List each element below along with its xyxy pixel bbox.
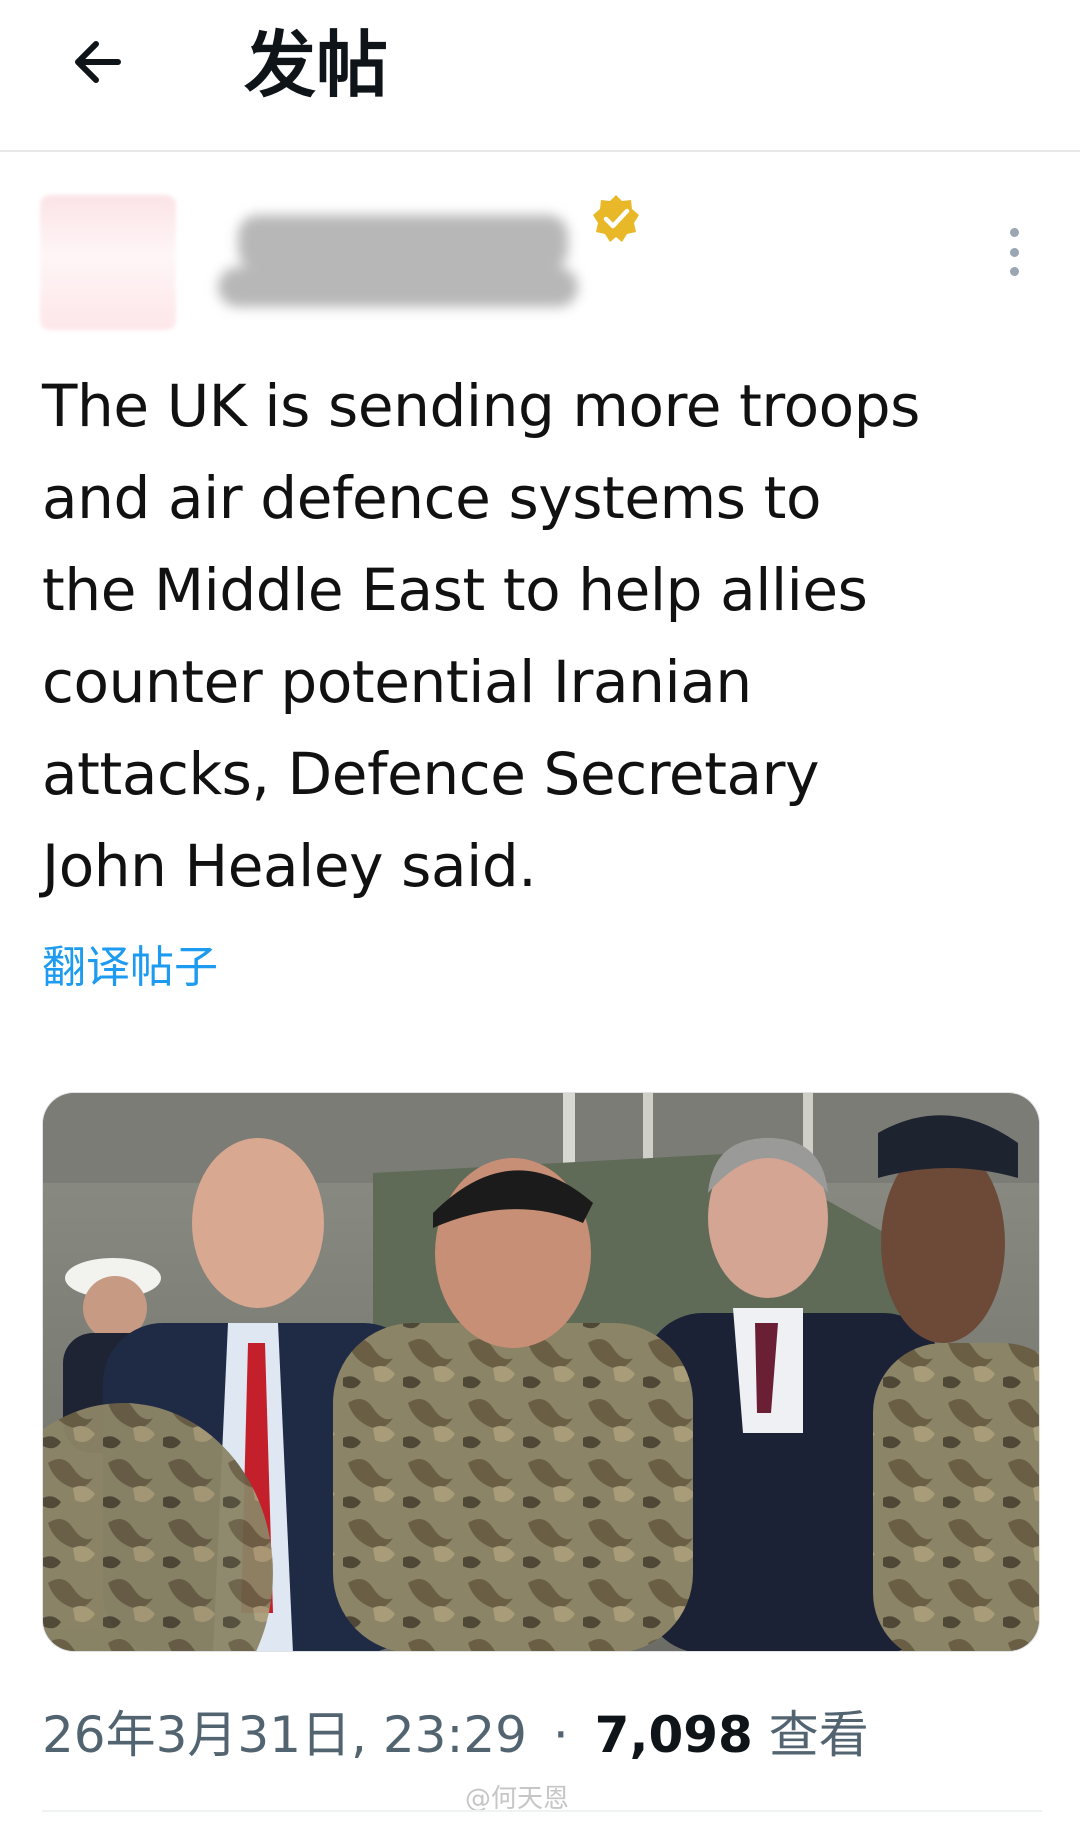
views-label: 查看 [768, 1706, 869, 1764]
translate-post-link[interactable]: 翻译帖子 [42, 940, 218, 996]
post-text-line: The UK is sending more troops [42, 372, 920, 440]
author-row[interactable] [40, 195, 640, 335]
divider [42, 1810, 1042, 1812]
post-text-line: attacks, Defence Secretary [42, 740, 820, 808]
arrow-left-icon [75, 41, 121, 83]
top-bar: 发帖 [0, 0, 1080, 152]
more-vertical-icon [1009, 228, 1019, 237]
post-text: The UK is sending more troops and air de… [42, 360, 1052, 912]
views-count: 7,098 [594, 1706, 753, 1764]
page-title: 发帖 [244, 23, 389, 107]
back-button[interactable] [58, 22, 138, 102]
verified-badge-icon [593, 195, 639, 242]
post-text-line: the Middle East to help allies [42, 556, 868, 624]
post-text-line: John Healey said. [42, 832, 537, 900]
post-text-line: and air defence systems to [42, 464, 822, 532]
post-text-line: counter potential Iranian [42, 648, 752, 716]
post-timestamp[interactable]: 26年3月31日, 23:29 [42, 1706, 527, 1764]
more-options-button[interactable] [996, 222, 1032, 282]
post-meta: 26年3月31日, 23:29 · 7,098 查看 [42, 1705, 869, 1765]
post-photo[interactable] [42, 1092, 1040, 1652]
avatar[interactable] [40, 195, 176, 330]
meta-separator: · [552, 1706, 569, 1764]
author-name-redacted [218, 205, 618, 325]
